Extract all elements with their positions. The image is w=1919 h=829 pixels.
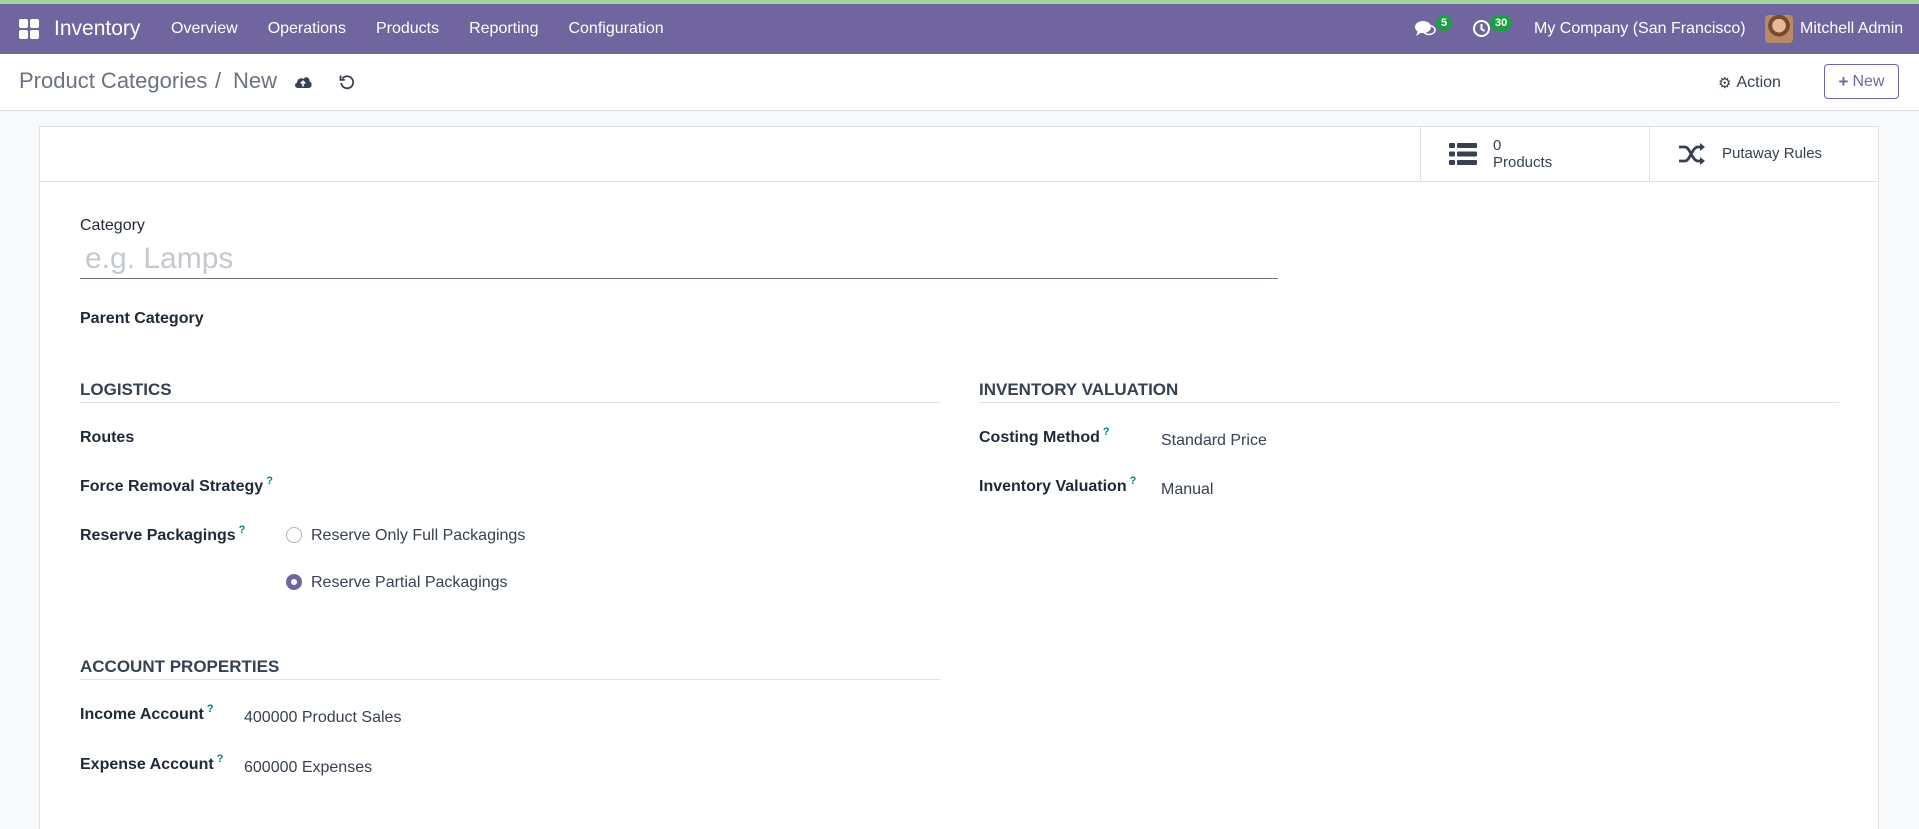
account-properties-section-title: ACCOUNT PROPERTIES bbox=[80, 657, 940, 680]
products-smart-button[interactable]: 0 Products bbox=[1420, 127, 1649, 181]
menu-products[interactable]: Products bbox=[376, 20, 439, 38]
user-menu[interactable]: Mitchell Admin bbox=[1800, 20, 1903, 38]
activity-clock-icon[interactable] bbox=[1472, 19, 1491, 38]
category-name-input[interactable] bbox=[80, 239, 1278, 279]
plus-icon: + bbox=[1838, 71, 1849, 91]
discard-icon[interactable] bbox=[339, 74, 355, 90]
products-label: Products bbox=[1493, 153, 1553, 171]
top-menu: Overview Operations Products Reporting C… bbox=[171, 4, 694, 54]
putaway-rules-label: Putaway Rules bbox=[1722, 145, 1823, 162]
expense-account-label: Expense Account? bbox=[80, 753, 224, 774]
breadcrumb-separator: / bbox=[215, 68, 222, 93]
form-sheet: 0 Products Putaway Rules Category Parent… bbox=[39, 126, 1879, 829]
breadcrumb-current: New bbox=[233, 68, 278, 93]
help-tooltip-icon[interactable]: ? bbox=[266, 475, 273, 487]
category-label: Category bbox=[80, 217, 145, 234]
routes-label: Routes bbox=[80, 429, 135, 446]
radio-full-packagings-label[interactable]: Reserve Only Full Packagings bbox=[311, 527, 525, 545]
menu-configuration[interactable]: Configuration bbox=[568, 20, 663, 38]
putaway-rules-smart-button[interactable]: Putaway Rules bbox=[1649, 127, 1878, 181]
list-icon bbox=[1449, 143, 1477, 165]
menu-reporting[interactable]: Reporting bbox=[469, 20, 538, 38]
income-account-text: Income Account bbox=[80, 706, 204, 723]
expense-account-field[interactable]: 600000 Expenses bbox=[244, 759, 372, 777]
reserve-packagings-label: Reserve Packagings? bbox=[80, 524, 246, 545]
breadcrumb-parent[interactable]: Product Categories bbox=[19, 68, 207, 94]
messages-badge: 5 bbox=[1436, 15, 1453, 31]
inventory-valuation-text: Inventory Valuation bbox=[979, 478, 1127, 495]
help-tooltip-icon[interactable]: ? bbox=[1130, 475, 1137, 487]
costing-method-text: Costing Method bbox=[979, 429, 1100, 446]
radio-partial-packagings[interactable] bbox=[286, 574, 302, 590]
costing-method-field[interactable]: Standard Price bbox=[1161, 432, 1267, 450]
expense-account-text: Expense Account bbox=[80, 756, 214, 773]
radio-full-packagings[interactable] bbox=[286, 527, 302, 543]
shuffle-icon bbox=[1679, 143, 1705, 165]
main-navbar: Inventory Overview Operations Products R… bbox=[0, 4, 1919, 54]
action-label: Action bbox=[1736, 74, 1781, 91]
removal-strategy-text: Force Removal Strategy bbox=[80, 478, 264, 495]
removal-strategy-label: Force Removal Strategy? bbox=[80, 475, 273, 496]
products-count: 0 bbox=[1493, 136, 1502, 154]
menu-overview[interactable]: Overview bbox=[171, 20, 238, 38]
chat-icon[interactable] bbox=[1414, 19, 1436, 39]
new-button[interactable]: + New bbox=[1824, 64, 1899, 99]
help-tooltip-icon[interactable]: ? bbox=[217, 753, 224, 765]
inventory-valuation-field[interactable]: Manual bbox=[1161, 481, 1213, 499]
reserve-packagings-text: Reserve Packagings bbox=[80, 527, 236, 544]
costing-method-label: Costing Method? bbox=[979, 426, 1110, 447]
user-avatar[interactable] bbox=[1765, 15, 1793, 43]
income-account-label: Income Account? bbox=[80, 703, 214, 724]
app-name[interactable]: Inventory bbox=[54, 17, 140, 41]
income-account-field[interactable]: 400000 Product Sales bbox=[244, 709, 401, 727]
button-box: 0 Products Putaway Rules bbox=[40, 127, 1878, 182]
company-switcher[interactable]: My Company (San Francisco) bbox=[1534, 20, 1746, 38]
logistics-section-title: LOGISTICS bbox=[80, 380, 940, 403]
inventory-valuation-section-title: INVENTORY VALUATION bbox=[979, 380, 1839, 403]
action-menu-button[interactable]: ⚙ Action bbox=[1718, 67, 1781, 99]
control-panel: Product Categories / New ⚙ Action + New bbox=[0, 54, 1919, 111]
menu-operations[interactable]: Operations bbox=[268, 20, 346, 38]
apps-menu-icon[interactable] bbox=[19, 19, 39, 39]
new-label: New bbox=[1852, 72, 1885, 90]
activities-badge: 30 bbox=[1490, 15, 1513, 31]
help-tooltip-icon[interactable]: ? bbox=[239, 524, 246, 536]
cloud-save-icon[interactable] bbox=[293, 74, 313, 90]
gear-icon: ⚙ bbox=[1718, 75, 1732, 92]
help-tooltip-icon[interactable]: ? bbox=[1103, 426, 1110, 438]
help-tooltip-icon[interactable]: ? bbox=[207, 703, 214, 715]
parent-category-label: Parent Category bbox=[80, 310, 204, 327]
radio-partial-packagings-label[interactable]: Reserve Partial Packagings bbox=[311, 574, 508, 592]
inventory-valuation-label: Inventory Valuation? bbox=[979, 475, 1137, 496]
